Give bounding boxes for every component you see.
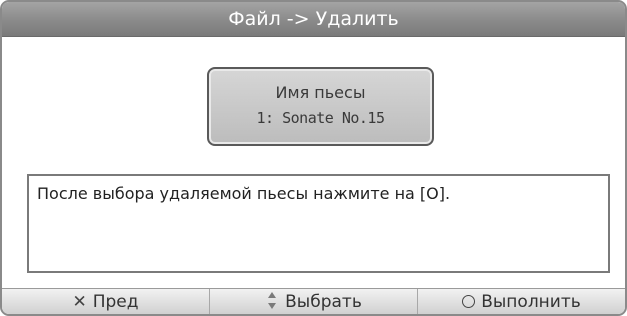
prev-button[interactable]: ✕ Пред bbox=[2, 289, 210, 314]
circle-icon bbox=[462, 295, 476, 308]
dialog-window: Файл -> Удалить Имя пьесы 1: Sonate No.1… bbox=[0, 0, 627, 316]
piece-selector[interactable]: Имя пьесы 1: Sonate No.15 bbox=[207, 67, 434, 146]
piece-name: 1: Sonate No.15 bbox=[256, 109, 385, 127]
select-button[interactable]: Выбрать bbox=[210, 289, 418, 314]
execute-button[interactable]: Выполнить bbox=[418, 289, 625, 314]
softkey-bar: ✕ Пред Выбрать Выполнить bbox=[2, 288, 625, 314]
prev-button-label: Пред bbox=[92, 292, 139, 312]
select-button-label: Выбрать bbox=[285, 292, 362, 312]
up-down-arrows-icon bbox=[265, 291, 279, 311]
instruction-message: После выбора удаляемой пьесы нажмите на … bbox=[27, 174, 610, 273]
close-icon: ✕ bbox=[72, 292, 87, 312]
piece-label: Имя пьесы bbox=[275, 83, 366, 102]
dialog-title: Файл -> Удалить bbox=[2, 2, 625, 37]
execute-button-label: Выполнить bbox=[481, 292, 581, 312]
